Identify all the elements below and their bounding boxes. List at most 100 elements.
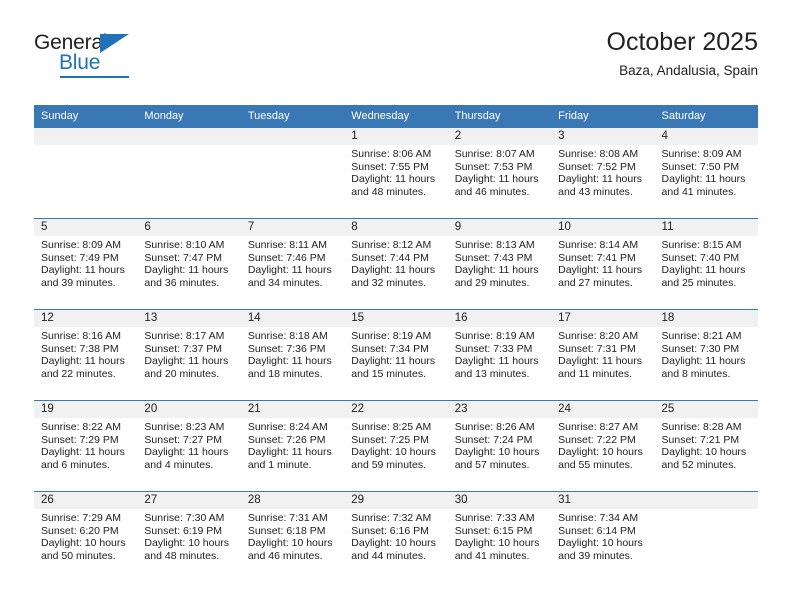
daylight-duration-line1: Daylight: 11 hours — [558, 173, 642, 186]
calendar-day-cell[interactable]: 27 Sunrise: 7:30 AM Sunset: 6:19 PM Dayligh… — [137, 491, 241, 582]
calendar-day-cell[interactable]: 30 Sunrise: 7:33 AM Sunset: 6:15 PM Dayligh… — [447, 491, 552, 582]
day-number: 1 — [344, 128, 448, 145]
day-sun-info: Sunrise: 8:10 AM Sunset: 7:47 PM Daylight:… — [137, 236, 240, 289]
calendar-day-cell[interactable]: 9 Sunrise: 8:13 AM Sunset: 7:43 PM Daylight… — [447, 218, 552, 310]
sunrise-time: Sunrise: 7:34 AM — [558, 512, 639, 524]
daylight-duration-line2: and 29 minutes. — [454, 276, 530, 289]
sunset-time: Sunset: 7:30 PM — [661, 342, 740, 355]
calendar-day-cell[interactable]: 21 Sunrise: 8:24 AM Sunset: 7:26 PM Dayligh… — [240, 400, 345, 492]
calendar-day-cell[interactable]: 15 Sunrise: 8:19 AM Sunset: 7:34 PM Dayligh… — [344, 309, 448, 401]
sunrise-time: Sunrise: 8:07 AM — [454, 148, 535, 160]
day-cell-inner: 14 Sunrise: 8:18 AM Sunset: 7:36 PM Dayligh… — [240, 310, 345, 400]
calendar-day-cell[interactable]: 11 Sunrise: 8:15 AM Sunset: 7:40 PM Dayligh… — [654, 218, 758, 310]
calendar-day-cell[interactable]: 17 Sunrise: 8:20 AM Sunset: 7:31 PM Dayligh… — [551, 309, 655, 401]
sunset-time: Sunset: 7:22 PM — [558, 433, 636, 446]
day-number: 17 — [551, 310, 655, 327]
day-sun-info — [241, 145, 344, 148]
calendar-day-cell[interactable]: 8 Sunrise: 8:12 AM Sunset: 7:44 PM Daylight… — [344, 218, 448, 310]
sunrise-time: Sunrise: 8:24 AM — [247, 421, 328, 433]
daylight-duration-line2: and 1 minute. — [247, 458, 312, 471]
calendar-day-cell[interactable]: 10 Sunrise: 8:14 AM Sunset: 7:41 PM Dayligh… — [551, 218, 655, 310]
daylight-duration-line2: and 18 minutes. — [247, 367, 323, 380]
sunrise-time: Sunrise: 8:18 AM — [247, 330, 328, 342]
sunset-time: Sunset: 7:37 PM — [144, 342, 223, 355]
daylight-duration-line1: Daylight: 11 hours — [454, 264, 539, 277]
logo-underline — [60, 76, 129, 78]
day-number: 7 — [240, 219, 345, 236]
sunset-time: Sunset: 7:44 PM — [351, 251, 429, 264]
daylight-duration-line1: Daylight: 11 hours — [247, 355, 332, 368]
calendar-day-cell[interactable]: 7 Sunrise: 8:11 AM Sunset: 7:46 PM Daylight… — [240, 218, 345, 310]
day-sun-info: Sunrise: 8:09 AM Sunset: 7:50 PM Daylight:… — [655, 145, 758, 198]
day-cell-inner: 22 Sunrise: 8:25 AM Sunset: 7:25 PM Dayligh… — [344, 401, 448, 491]
calendar-day-cell[interactable]: 4 Sunrise: 8:09 AM Sunset: 7:50 PM Daylight… — [654, 128, 758, 219]
day-sun-info: Sunrise: 8:14 AM Sunset: 7:41 PM Daylight:… — [551, 236, 654, 289]
daylight-duration-line1: Daylight: 11 hours — [558, 264, 642, 277]
daylight-duration-line1: Daylight: 10 hours — [454, 446, 540, 459]
day-cell-inner: 4 Sunrise: 8:09 AM Sunset: 7:50 PM Daylight… — [654, 128, 758, 218]
daylight-duration-line1: Daylight: 10 hours — [247, 537, 333, 550]
calendar-day-cell[interactable]: 29 Sunrise: 7:32 AM Sunset: 6:16 PM Dayligh… — [344, 491, 448, 582]
day-cell-inner: 12 Sunrise: 8:16 AM Sunset: 7:38 PM Dayligh… — [34, 310, 138, 400]
day-cell-inner: 5 Sunrise: 8:09 AM Sunset: 7:49 PM Daylight… — [34, 219, 138, 309]
day-cell-inner: 9 Sunrise: 8:13 AM Sunset: 7:43 PM Daylight… — [447, 219, 552, 309]
sunrise-time: Sunrise: 7:30 AM — [144, 512, 225, 524]
calendar-day-cell[interactable]: 22 Sunrise: 8:25 AM Sunset: 7:25 PM Dayligh… — [344, 400, 448, 492]
daylight-duration-line2: and 27 minutes. — [558, 276, 633, 289]
day-number: 19 — [34, 401, 138, 418]
calendar-day-cell[interactable]: 1 Sunrise: 8:06 AM Sunset: 7:55 PM Daylight… — [344, 128, 448, 219]
calendar-day-cell[interactable]: 5 Sunrise: 8:09 AM Sunset: 7:49 PM Daylight… — [34, 218, 138, 310]
calendar-day-cell[interactable]: 23 Sunrise: 8:26 AM Sunset: 7:24 PM Dayligh… — [447, 400, 552, 492]
daylight-duration-line1: Daylight: 11 hours — [661, 173, 746, 186]
day-sun-info: Sunrise: 7:33 AM Sunset: 6:15 PM Daylight:… — [448, 509, 551, 562]
daylight-duration-line2: and 43 minutes. — [558, 185, 633, 198]
calendar-day-cell[interactable]: 18 Sunrise: 8:21 AM Sunset: 7:30 PM Dayligh… — [654, 309, 758, 401]
day-cell-inner: 29 Sunrise: 7:32 AM Sunset: 6:16 PM Dayligh… — [344, 492, 448, 582]
day-cell-inner: 20 Sunrise: 8:23 AM Sunset: 7:27 PM Dayligh… — [137, 401, 241, 491]
calendar-day-cell[interactable]: 2 Sunrise: 8:07 AM Sunset: 7:53 PM Daylight… — [447, 128, 552, 219]
day-cell-inner: 7 Sunrise: 8:11 AM Sunset: 7:46 PM Daylight… — [240, 219, 345, 309]
day-cell-inner: 26 Sunrise: 7:29 AM Sunset: 6:20 PM Dayligh… — [34, 492, 138, 582]
daylight-duration-line2: and 48 minutes. — [144, 549, 220, 562]
daylight-duration-line1: Daylight: 11 hours — [558, 355, 642, 368]
day-cell-inner: 11 Sunrise: 8:15 AM Sunset: 7:40 PM Dayligh… — [654, 219, 758, 309]
day-number: 25 — [654, 401, 758, 418]
calendar-day-cell[interactable]: 14 Sunrise: 8:18 AM Sunset: 7:36 PM Dayligh… — [240, 309, 345, 401]
day-sun-info: Sunrise: 7:29 AM Sunset: 6:20 PM Daylight:… — [34, 509, 137, 562]
sunrise-time: Sunrise: 8:09 AM — [661, 148, 742, 160]
daylight-duration-line2: and 8 minutes. — [661, 367, 731, 380]
sunrise-time: Sunrise: 8:19 AM — [351, 330, 432, 342]
sunset-time: Sunset: 7:40 PM — [661, 251, 740, 264]
calendar-day-cell[interactable]: 12 Sunrise: 8:16 AM Sunset: 7:38 PM Dayligh… — [34, 309, 138, 401]
calendar-day-cell[interactable]: 13 Sunrise: 8:17 AM Sunset: 7:37 PM Dayligh… — [137, 309, 241, 401]
day-cell-inner: 21 Sunrise: 8:24 AM Sunset: 7:26 PM Dayligh… — [240, 401, 345, 491]
calendar-day-cell[interactable]: 19 Sunrise: 8:22 AM Sunset: 7:29 PM Dayligh… — [34, 400, 138, 492]
calendar-day-cell[interactable]: 31 Sunrise: 7:34 AM Sunset: 6:14 PM Dayligh… — [551, 491, 655, 582]
day-sun-info: Sunrise: 8:13 AM Sunset: 7:43 PM Daylight:… — [448, 236, 551, 289]
day-sun-info: Sunrise: 7:32 AM Sunset: 6:16 PM Daylight:… — [344, 509, 447, 562]
calendar-day-cell[interactable]: 6 Sunrise: 8:10 AM Sunset: 7:47 PM Daylight… — [137, 218, 241, 310]
day-cell-inner — [34, 128, 138, 218]
calendar-day-cell[interactable]: 28 Sunrise: 7:31 AM Sunset: 6:18 PM Dayligh… — [240, 491, 345, 582]
calendar-day-cell[interactable]: 24 Sunrise: 8:27 AM Sunset: 7:22 PM Dayligh… — [551, 400, 655, 492]
calendar-day-cell[interactable]: 16 Sunrise: 8:19 AM Sunset: 7:33 PM Dayligh… — [447, 309, 552, 401]
daylight-duration-line1: Daylight: 10 hours — [351, 446, 436, 459]
day-number: 12 — [34, 310, 138, 327]
day-cell-inner: 27 Sunrise: 7:30 AM Sunset: 6:19 PM Dayligh… — [137, 492, 241, 582]
day-sun-info: Sunrise: 8:25 AM Sunset: 7:25 PM Daylight:… — [344, 418, 447, 471]
day-cell-inner — [654, 492, 758, 582]
day-number: 21 — [240, 401, 345, 418]
calendar-day-cell[interactable]: 20 Sunrise: 8:23 AM Sunset: 7:27 PM Dayligh… — [137, 400, 241, 492]
calendar-day-cell[interactable]: 3 Sunrise: 8:08 AM Sunset: 7:52 PM Daylight… — [551, 128, 655, 219]
sunset-time: Sunset: 7:27 PM — [144, 433, 223, 446]
day-number: 8 — [344, 219, 448, 236]
sunset-time: Sunset: 7:38 PM — [41, 342, 119, 355]
calendar-day-cell[interactable]: 26 Sunrise: 7:29 AM Sunset: 6:20 PM Dayligh… — [34, 491, 138, 582]
daylight-duration-line1: Daylight: 11 hours — [454, 173, 539, 186]
day-cell-inner: 10 Sunrise: 8:14 AM Sunset: 7:41 PM Dayligh… — [551, 219, 655, 309]
general-blue-logo[interactable]: General Blue — [34, 32, 146, 80]
calendar-day-cell[interactable]: 25 Sunrise: 8:28 AM Sunset: 7:21 PM Dayligh… — [654, 400, 758, 492]
day-sun-info: Sunrise: 8:06 AM Sunset: 7:55 PM Daylight:… — [344, 145, 447, 198]
day-cell-inner: 2 Sunrise: 8:07 AM Sunset: 7:53 PM Daylight… — [447, 128, 552, 218]
daylight-duration-line2: and 6 minutes. — [41, 458, 110, 471]
